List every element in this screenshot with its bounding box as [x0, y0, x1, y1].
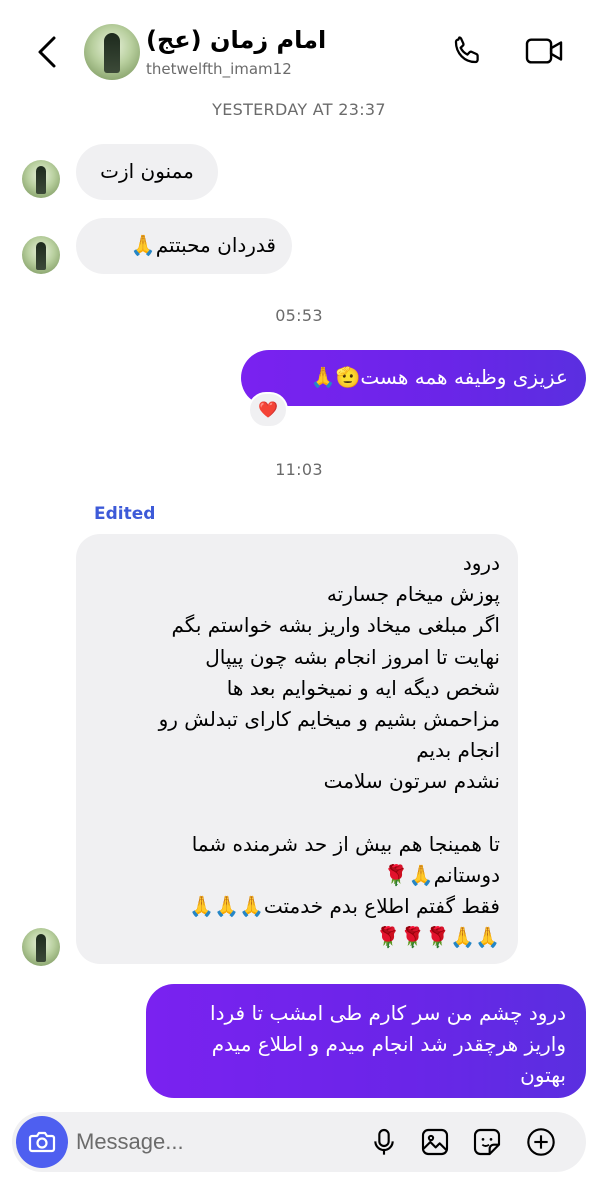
sender-avatar[interactable] — [22, 236, 60, 274]
gallery-icon — [421, 1128, 449, 1156]
sender-avatar[interactable] — [22, 928, 60, 966]
back-button[interactable] — [30, 30, 70, 74]
chat-header: امام زمان (عج) thetwelfth_imam12 — [0, 0, 598, 100]
heart-reaction[interactable]: ❤️ — [248, 392, 288, 428]
plus-circle-icon — [527, 1128, 555, 1156]
sender-avatar[interactable] — [22, 160, 60, 198]
video-call-button[interactable] — [524, 34, 564, 68]
contact-name[interactable]: امام زمان (عج) — [146, 26, 326, 54]
timestamp: YESTERDAY AT 23:37 — [212, 100, 386, 119]
gallery-button[interactable] — [419, 1126, 451, 1158]
call-button[interactable] — [450, 34, 484, 68]
microphone-icon — [374, 1128, 394, 1155]
message-composer — [12, 1112, 586, 1172]
microphone-button[interactable] — [368, 1126, 400, 1158]
incoming-message[interactable]: ممنون ازت — [76, 144, 218, 200]
edited-label: Edited — [94, 504, 156, 524]
incoming-message[interactable]: قدردان محبتتم🙏 — [76, 218, 292, 274]
phone-icon — [454, 36, 479, 64]
more-button[interactable] — [525, 1126, 557, 1158]
video-camera-icon — [525, 38, 563, 64]
sticker-icon — [473, 1128, 501, 1156]
outgoing-message[interactable]: درود چشم من سر کارم طی امشب تا فردا واری… — [146, 984, 586, 1098]
contact-username[interactable]: thetwelfth_imam12 — [146, 60, 292, 78]
message-input[interactable] — [76, 1127, 306, 1157]
chevron-left-icon — [38, 36, 56, 68]
outgoing-message[interactable]: عزیزی وظیفه همه هست🫡🙏 — [241, 350, 586, 406]
incoming-message[interactable]: درود پوزش میخام جسارته اگر مبلغی میخاد و… — [76, 534, 518, 964]
camera-button[interactable] — [16, 1116, 68, 1168]
contact-avatar[interactable] — [84, 24, 140, 80]
timestamp: 05:53 — [275, 306, 323, 325]
timestamp: 11:03 — [275, 460, 323, 479]
sticker-button[interactable] — [471, 1126, 503, 1158]
camera-icon — [28, 1131, 56, 1153]
